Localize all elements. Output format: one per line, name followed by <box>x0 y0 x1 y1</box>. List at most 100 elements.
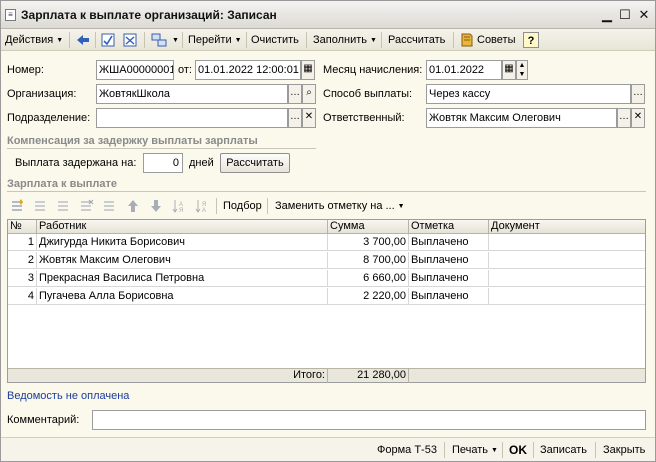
actions-menu[interactable]: Действия ▼ <box>5 32 63 48</box>
calculate-button[interactable]: Рассчитать <box>388 32 445 48</box>
copy-row-icon[interactable] <box>33 198 49 214</box>
payment-status-link[interactable]: Ведомость не оплачена <box>7 390 129 402</box>
help-button[interactable]: ? <box>523 32 539 48</box>
selection-button[interactable]: Подбор <box>223 198 262 214</box>
row-number: 3 <box>8 270 37 287</box>
column-header-sum[interactable]: Сумма <box>328 220 409 234</box>
row-mark: Выплачено <box>409 270 489 287</box>
row-worker: Джигурда Никита Борисович <box>37 234 328 251</box>
sort-descending-icon[interactable]: ЯA <box>194 198 210 214</box>
column-header-number[interactable]: № <box>8 220 37 234</box>
responsible-select-button[interactable]: … <box>617 108 631 128</box>
table-row[interactable]: 3 Прекрасная Василиса Петровна 6 660,00 … <box>8 270 645 287</box>
structure-icon[interactable] <box>151 32 167 48</box>
organization-open-icon[interactable]: ⌕ <box>302 84 316 104</box>
date-field[interactable]: 01.01.2022 12:00:01 <box>195 60 301 80</box>
form-t53-button[interactable]: Форма Т-53 <box>377 442 437 458</box>
payment-method-select-button[interactable]: … <box>631 84 645 104</box>
document-window: ≡ Зарплата к выплате организаций: Записа… <box>0 0 656 462</box>
month-label: Месяц начисления: <box>323 64 423 76</box>
command-bar: Действия ▼ ▼ Перейти ▼ Очистить Заполнить ▼… <box>1 29 655 51</box>
salary-section-title: Зарплата к выплате <box>7 178 118 190</box>
payment-method-label: Способ выплаты: <box>323 88 413 100</box>
clear-button[interactable]: Очистить <box>251 32 299 48</box>
arrow-left-icon[interactable] <box>75 32 91 48</box>
department-field[interactable] <box>96 108 288 128</box>
department-label: Подразделение: <box>7 112 91 124</box>
row-number: 2 <box>8 252 37 269</box>
organization-select-button[interactable]: … <box>288 84 302 104</box>
total-label: Итого: <box>8 369 328 383</box>
month-spin-button[interactable]: ▲ ▼ <box>516 60 528 80</box>
close-window-button[interactable]: ✕ <box>637 8 651 22</box>
row-document <box>489 252 645 269</box>
column-header-mark[interactable]: Отметка <box>409 220 489 234</box>
ok-button[interactable]: OK <box>509 442 527 458</box>
payment-method-field[interactable]: Через кассу <box>426 84 631 104</box>
calendar-icon[interactable]: ▦ <box>301 60 315 80</box>
edit-row-icon[interactable] <box>56 198 72 214</box>
fill-label: Заполнить <box>313 34 368 46</box>
delay-label: Выплата задержана на: <box>15 157 137 169</box>
number-field[interactable]: ЖША00000001 <box>96 60 174 80</box>
compensation-calculate-button[interactable]: Рассчитать <box>220 153 290 173</box>
responsible-clear-icon[interactable]: ✕ <box>631 108 645 128</box>
table-row[interactable]: 1 Джигурда Никита Борисович 3 700,00 Вып… <box>8 234 645 251</box>
cancel-posting-icon[interactable] <box>122 32 138 48</box>
window-title: Зарплата к выплате организаций: Записан <box>21 8 277 22</box>
move-down-icon[interactable] <box>148 198 164 214</box>
salary-table[interactable]: № Работник Сумма Отметка Документ 1 Джиг… <box>7 219 646 383</box>
save-button[interactable]: Записать <box>540 442 587 458</box>
document-icon: ≡ <box>5 9 16 21</box>
row-mark: Выплачено <box>409 288 489 305</box>
delete-row-icon[interactable] <box>79 198 95 214</box>
responsible-label: Ответственный: <box>323 112 405 124</box>
replace-mark-label: Заменить отметку на ... <box>275 200 395 212</box>
row-sum: 3 700,00 <box>328 234 409 251</box>
department-select-button[interactable]: … <box>288 108 302 128</box>
end-edit-icon[interactable] <box>102 198 118 214</box>
structure-caret[interactable]: ▼ <box>169 32 179 48</box>
department-clear-icon[interactable]: ✕ <box>302 108 316 128</box>
days-label: дней <box>189 157 214 169</box>
print-label: Печать <box>452 444 489 456</box>
table-row[interactable]: 2 Жовтяк Максим Олегович 8 700,00 Выплач… <box>8 252 645 269</box>
organization-label: Организация: <box>7 88 77 100</box>
goto-menu[interactable]: Перейти ▼ <box>188 32 242 48</box>
column-header-worker[interactable]: Работник <box>37 220 328 234</box>
add-row-icon[interactable] <box>10 198 26 214</box>
organization-field[interactable]: ЖовтякШкола <box>96 84 288 104</box>
print-menu[interactable]: Печать ▼ <box>452 442 498 458</box>
table-row[interactable]: 4 Пугачева Алла Борисовна 2 220,00 Выпла… <box>8 288 645 305</box>
month-field[interactable]: 01.01.2022 <box>426 60 502 80</box>
maximize-button[interactable]: ☐ <box>618 8 632 22</box>
fill-menu[interactable]: Заполнить ▼ <box>313 32 377 48</box>
sort-ascending-icon[interactable]: AЯ <box>171 198 187 214</box>
close-button[interactable]: Закрыть <box>603 442 645 458</box>
replace-mark-menu[interactable]: Заменить отметку на ... ▼ <box>275 198 405 214</box>
row-number: 1 <box>8 234 37 251</box>
row-worker: Пугачева Алла Борисовна <box>37 288 328 305</box>
month-calendar-icon[interactable]: ▦ <box>502 60 516 80</box>
title-bar: ≡ Зарплата к выплате организаций: Записа… <box>1 1 655 29</box>
table-footer: Итого: 21 280,00 <box>8 368 645 383</box>
tips-button[interactable]: Советы <box>477 32 515 48</box>
move-up-icon[interactable] <box>125 198 141 214</box>
column-header-document[interactable]: Документ <box>489 220 645 234</box>
post-document-icon[interactable] <box>100 32 116 48</box>
comment-field[interactable] <box>92 410 646 430</box>
row-document <box>489 288 645 305</box>
row-mark: Выплачено <box>409 234 489 251</box>
row-mark: Выплачено <box>409 252 489 269</box>
row-worker: Жовтяк Максим Олегович <box>37 252 328 269</box>
row-number: 4 <box>8 288 37 305</box>
compensation-section-title: Компенсация за задержку выплаты зарплаты <box>7 135 258 147</box>
delay-days-field[interactable]: 0 <box>143 153 183 173</box>
from-label: от: <box>178 64 192 76</box>
comment-label: Комментарий: <box>7 414 80 426</box>
salary-divider <box>7 191 646 192</box>
minimize-button[interactable]: ▁ <box>600 8 614 22</box>
responsible-field[interactable]: Жовтяк Максим Олегович <box>426 108 617 128</box>
tips-book-icon[interactable] <box>459 32 475 48</box>
svg-text:A: A <box>202 208 206 214</box>
